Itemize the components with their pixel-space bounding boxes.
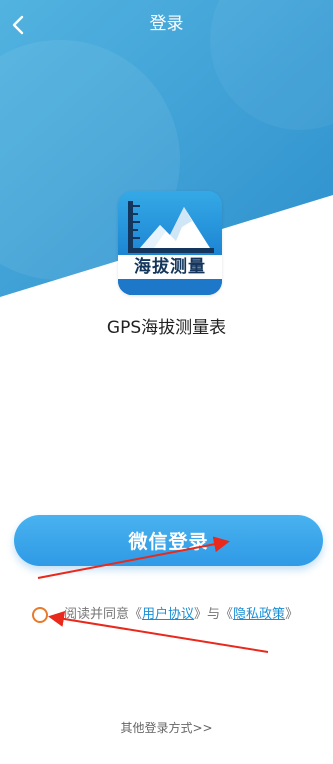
page-title: 登录 [149,14,184,34]
header-background [0,0,333,297]
mountain-ruler-icon [118,201,222,295]
user-agreement-link[interactable]: 用户协议 [142,604,194,626]
app-icon: 海拔测量 [118,191,222,295]
agreement-checkbox[interactable] [32,607,48,623]
top-bar: 登录 [0,0,333,50]
wechat-login-label: 微信登录 [128,531,209,553]
agreement-row: 阅读并同意《 用户协议 》与《 隐私政策 》 [32,604,327,626]
chevron-left-icon [12,15,24,35]
agreement-middle: 》与《 [194,607,234,622]
back-button[interactable] [0,8,36,42]
app-name: GPS海拔测量表 [106,318,227,338]
agreement-suffix: 》 [285,607,299,622]
wechat-login-button[interactable]: 微信登录 [14,515,323,566]
privacy-policy-link[interactable]: 隐私政策 [233,604,285,626]
app-icon-label: 海拔测量 [134,257,206,277]
other-login-methods-link[interactable]: 其他登录方式>> [0,718,333,738]
agreement-prefix: 阅读并同意《 [64,607,143,622]
